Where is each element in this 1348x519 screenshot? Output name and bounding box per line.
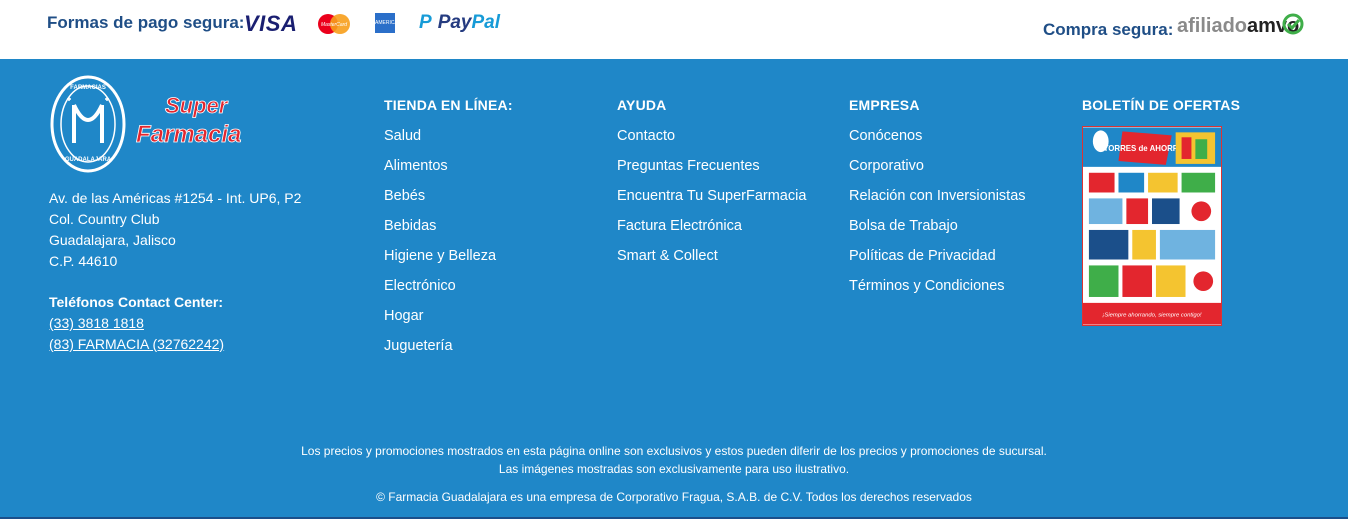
phone-link-farmacia[interactable]: (83) FARMACIA (32762242) — [49, 336, 224, 352]
site-footer: FARMACIAS GUADALAJARA Super Farmacia Av.… — [0, 59, 1348, 519]
secure-purchase-label: Compra segura: — [1043, 20, 1174, 39]
logo-ring-bottom: GUADALAJARA — [65, 157, 112, 163]
logo-farmacia: Farmacia — [136, 121, 241, 148]
column-title: AYUDA — [617, 97, 667, 113]
address-line: Guadalajara, Jalisco — [49, 232, 176, 248]
address-line: C.P. 44610 — [49, 253, 118, 269]
amvo-affiliate-logo: afiliadoamvo — [1177, 15, 1299, 38]
legal-disclaimer-prices: Los precios y promociones mostrados en e… — [301, 444, 1047, 458]
address-line: Col. Country Club — [49, 211, 160, 227]
paypal-logo: P PayPal — [419, 12, 500, 34]
amvo-afiliado-text: afiliado — [1177, 15, 1248, 37]
column-title: TIENDA EN LÍNEA: — [384, 97, 513, 113]
footer-link-hogar[interactable]: Hogar — [384, 309, 513, 339]
visa-logo: VISA — [244, 11, 298, 36]
footer-link-contacto[interactable]: Contacto — [617, 129, 806, 159]
paypal-pal: Pal — [471, 12, 501, 33]
footer-link-conocenos[interactable]: Conócenos — [849, 129, 1026, 159]
legal-disclaimer-images: Las imágenes mostradas son exclusivament… — [498, 462, 850, 476]
footer-link-bolsa-trabajo[interactable]: Bolsa de Trabajo — [849, 219, 1026, 249]
payment-strip: Formas de pago segura: VISA MasterCard A… — [0, 0, 1348, 59]
logo-ring-top: FARMACIAS — [70, 85, 106, 91]
footer-link-terminos[interactable]: Términos y Condiciones — [849, 279, 1026, 309]
footer-link-smart-collect[interactable]: Smart & Collect — [617, 249, 806, 279]
logo-super: Super — [165, 93, 229, 118]
paypal-icon: P — [419, 12, 432, 33]
footer-link-faq[interactable]: Preguntas Frecuentes — [617, 159, 806, 189]
footer-column-ayuda: AYUDA Contacto Preguntas Frecuentes Encu… — [617, 97, 806, 279]
farmacias-guadalajara-logo[interactable]: FARMACIAS GUADALAJARA Super Farmacia — [50, 75, 260, 173]
footer-link-store-locator[interactable]: Encuentra Tu SuperFarmacia — [617, 189, 806, 219]
footer-link-privacidad[interactable]: Políticas de Privacidad — [849, 249, 1026, 279]
footer-link-bebes[interactable]: Bebés — [384, 189, 513, 219]
mastercard-text: MasterCard — [321, 22, 347, 28]
footer-link-inversionistas[interactable]: Relación con Inversionistas — [849, 189, 1026, 219]
footer-link-higiene[interactable]: Higiene y Belleza — [384, 249, 513, 279]
phone-link-main[interactable]: (33) 3818 1818 — [49, 315, 144, 331]
footer-link-alimentos[interactable]: Alimentos — [384, 159, 513, 189]
flyer-headline: TORRES de AHORRO — [1104, 144, 1185, 153]
footer-link-electronico[interactable]: Electrónico — [384, 279, 513, 309]
footer-column-empresa: EMPRESA Conócenos Corporativo Relación c… — [849, 97, 1026, 309]
column-title: BOLETÍN DE OFERTAS — [1082, 97, 1241, 113]
company-address: Av. de las Américas #1254 - Int. UP6, P2… — [49, 188, 301, 272]
footer-column-boletin: BOLETÍN DE OFERTAS — [1082, 97, 1240, 129]
footer-link-corporativo[interactable]: Corporativo — [849, 159, 1026, 189]
amvo-check-icon — [1282, 13, 1304, 35]
amex-text: AMERICAN EXPRESS — [375, 20, 402, 46]
copyright-notice: © Farmacia Guadalajara es una empresa de… — [376, 490, 972, 504]
footer-link-salud[interactable]: Salud — [384, 129, 513, 159]
mastercard-logo: MasterCard — [318, 14, 350, 34]
footer-link-factura[interactable]: Factura Electrónica — [617, 219, 806, 249]
address-line: Av. de las Américas #1254 - Int. UP6, P2 — [49, 190, 302, 206]
column-title: EMPRESA — [849, 97, 920, 113]
footer-column-tienda: TIENDA EN LÍNEA: Salud Alimentos Bebés B… — [384, 97, 513, 369]
footer-link-bebidas[interactable]: Bebidas — [384, 219, 513, 249]
payment-methods-label: Formas de pago segura: — [47, 13, 245, 32]
footer-link-jugueteria[interactable]: Juguetería — [384, 339, 513, 369]
flyer-footer: ¡Siempre ahorrando, siempre contigo! — [1102, 313, 1202, 319]
contact-center-title: Teléfonos Contact Center: — [49, 294, 223, 310]
paypal-pay: Pay — [437, 12, 472, 33]
offers-flyer-thumbnail[interactable]: TORRES de AHORRO ¡Siempre ahorrando, sie… — [1082, 126, 1222, 326]
amex-logo: AMERICAN EXPRESS — [375, 13, 401, 46]
